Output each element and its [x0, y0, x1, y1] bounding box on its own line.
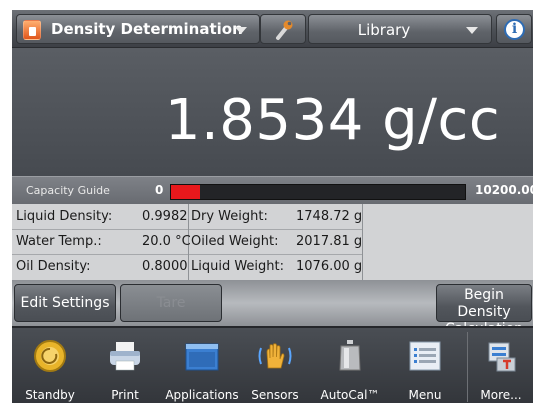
liquid-weight-value: 1076.00 g [296, 259, 363, 274]
info-button[interactable]: i [496, 14, 532, 44]
nav-label: Print [111, 388, 139, 402]
dry-weight-value: 1748.72 g [296, 209, 363, 224]
liquid-density-value: 0.9982 [142, 209, 188, 224]
nav-label: Menu [408, 388, 442, 402]
scale-screen: Density Determination Library i 1.8534 g… [12, 10, 533, 403]
oiled-weight-value: 2017.81 g [296, 234, 363, 249]
nav-label: Applications [165, 388, 239, 402]
begin-density-calculation-button[interactable]: Begin Density Calculation [436, 284, 532, 337]
menu-list-icon [409, 341, 441, 371]
nav-menu[interactable]: Menu [392, 328, 458, 403]
nav-label: More... [480, 388, 522, 402]
density-reading: 1.8534 g/cc [164, 88, 501, 153]
density-app-icon [23, 20, 41, 40]
begin-button-line1: Begin Density [457, 287, 511, 320]
application-dropdown[interactable]: Density Determination [16, 14, 260, 44]
weight-display: 1.8534 g/cc [12, 48, 533, 176]
oil-density-label: Oil Density: [16, 259, 91, 274]
capacity-min: 0 [155, 183, 164, 197]
chevron-down-icon [235, 27, 247, 34]
nav-separator [467, 332, 468, 402]
nav-autocal[interactable]: AutoCal™ [314, 328, 386, 403]
oil-density-value: 0.8000 [142, 259, 188, 274]
more-icon [488, 342, 516, 372]
nav-print[interactable]: Print [92, 328, 158, 403]
nav-label: AutoCal™ [320, 388, 380, 402]
action-button-row: Edit Settings Tare Begin Density Calcula… [12, 280, 533, 337]
info-icon: i [504, 19, 525, 40]
library-dropdown[interactable]: Library [308, 14, 492, 44]
capacity-max: 10200.00 [475, 183, 533, 197]
applications-icon [185, 343, 219, 371]
data-grid: Liquid Density: 0.9982 Water Temp.: 20.0… [12, 204, 533, 280]
liquid-weight-label: Liquid Weight: [191, 259, 285, 274]
tare-button[interactable]: Tare [120, 284, 222, 322]
water-temp-label: Water Temp.: [16, 234, 102, 249]
chevron-down-icon [466, 27, 478, 34]
water-temp-value: 20.0 °C [142, 234, 191, 249]
top-bar: Density Determination Library i [12, 10, 533, 48]
bottom-nav: Standby Print Applications Sensors AutoC… [12, 326, 533, 403]
settings-tool-button[interactable] [260, 14, 306, 44]
nav-sensors[interactable]: Sensors [244, 328, 306, 403]
application-name: Density Determination [51, 20, 243, 38]
capacity-bar [170, 184, 466, 200]
oiled-weight-label: Oiled Weight: [191, 234, 279, 249]
capacity-guide-label: Capacity Guide [26, 184, 110, 197]
nav-standby[interactable]: Standby [16, 328, 84, 403]
autocal-weight-icon [339, 340, 361, 371]
sensors-hand-icon [258, 343, 292, 369]
edit-settings-button[interactable]: Edit Settings [14, 284, 116, 322]
dry-weight-label: Dry Weight: [191, 209, 268, 224]
standby-icon [34, 340, 66, 372]
nav-label: Standby [25, 388, 75, 402]
printer-icon [110, 342, 140, 371]
nav-more[interactable]: More... [470, 328, 532, 403]
capacity-guide: Capacity Guide 0 10200.00 [12, 176, 533, 204]
nav-applications[interactable]: Applications [162, 328, 242, 403]
library-label: Library [357, 21, 411, 39]
wrench-icon [276, 20, 293, 40]
capacity-bar-fill [171, 185, 201, 199]
nav-label: Sensors [251, 388, 299, 402]
liquid-density-label: Liquid Density: [16, 209, 113, 224]
